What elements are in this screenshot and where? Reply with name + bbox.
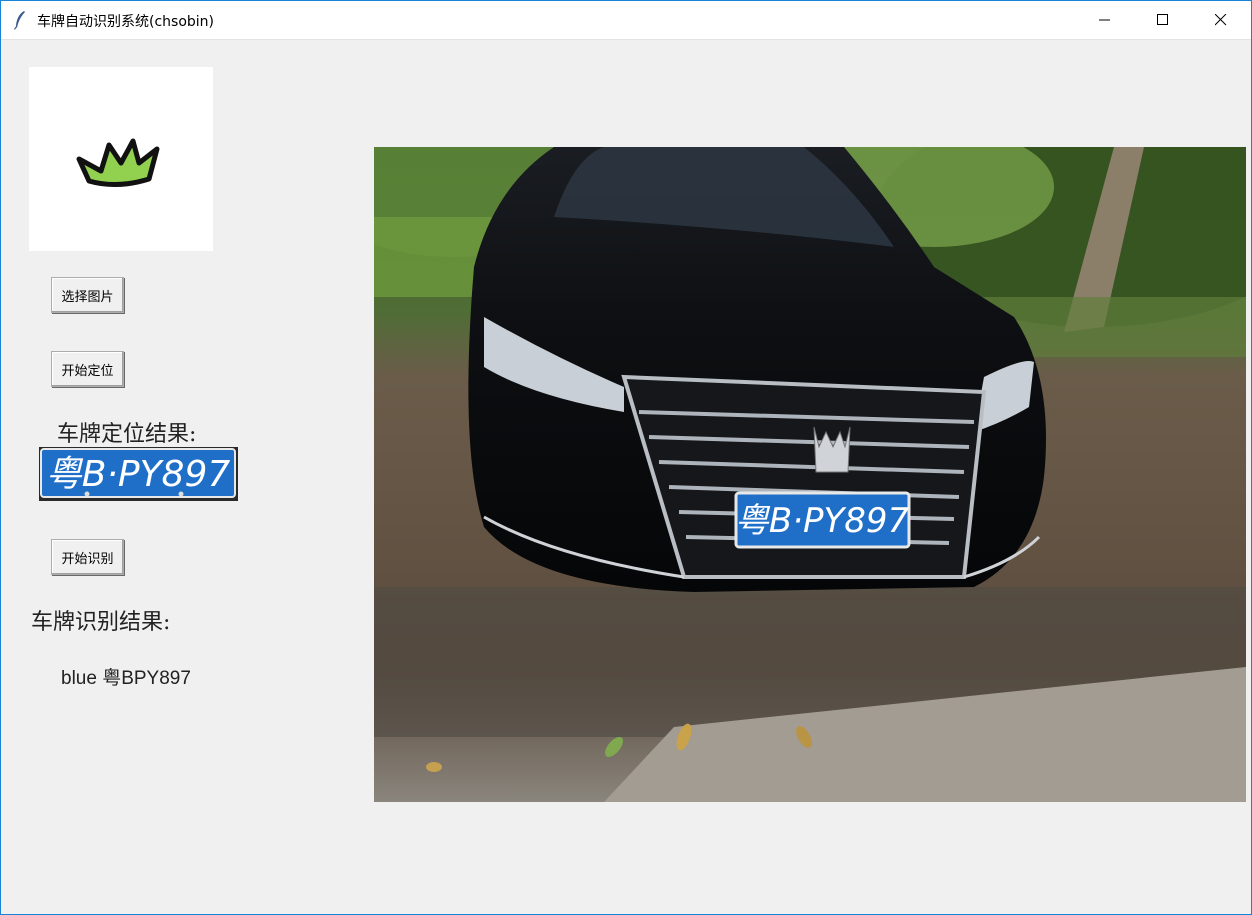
recognize-result-label: 车牌识别结果: (31, 610, 171, 635)
plate-crop-image: 粤B·PY897 (39, 447, 238, 501)
maximize-button[interactable] (1134, 1, 1192, 39)
close-icon (1215, 14, 1227, 26)
plate-crop-text: 粤B·PY897 (46, 454, 231, 495)
logo-panel (29, 67, 213, 251)
locate-result-label: 车牌定位结果: (57, 422, 197, 447)
feather-icon (13, 11, 25, 30)
start-recognize-button[interactable]: 开始识别 (51, 539, 124, 575)
car-photo: 粤B·PY897 (374, 147, 1246, 802)
minimize-icon (1099, 19, 1110, 21)
close-button[interactable] (1192, 1, 1250, 39)
crown-icon (76, 138, 160, 187)
photo-plate-text: 粤B·PY897 (735, 501, 910, 541)
minimize-button[interactable] (1076, 1, 1134, 39)
window-title: 车牌自动识别系统(chsobin) (37, 14, 215, 30)
start-locate-button[interactable]: 开始定位 (51, 351, 124, 387)
maximize-icon (1157, 14, 1168, 25)
title-bar[interactable]: 车牌自动识别系统(chsobin) (1, 1, 1251, 40)
select-image-button[interactable]: 选择图片 (51, 277, 124, 313)
recognize-result-value: blue 粤BPY897 (61, 668, 191, 689)
